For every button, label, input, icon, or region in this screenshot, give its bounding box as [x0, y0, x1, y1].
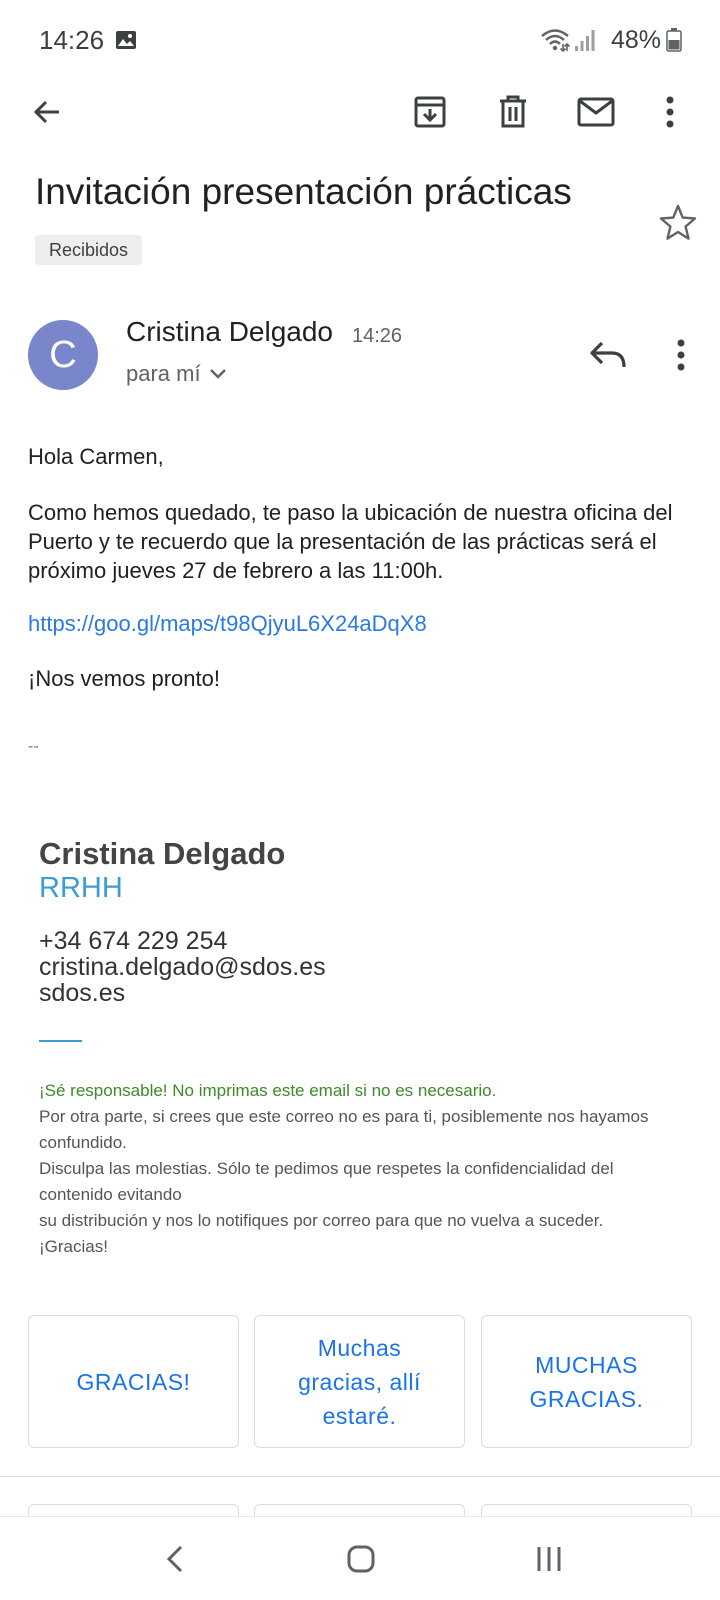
- avatar[interactable]: C: [28, 320, 98, 390]
- body-greeting: Hola Carmen,: [28, 444, 164, 469]
- sender-name: Cristina Delgado: [126, 316, 333, 347]
- signal-icon: [575, 30, 595, 51]
- disclaimer-line: su distribución y nos lo notifiques por …: [39, 1211, 604, 1230]
- battery-icon: [666, 28, 682, 52]
- signature-separator: --: [28, 738, 39, 755]
- recipient-details-toggle[interactable]: para mí: [126, 361, 227, 387]
- image-notification-icon: [116, 31, 136, 49]
- signature-website[interactable]: sdos.es: [39, 980, 125, 1006]
- disclaimer-line: Por otra parte, si crees que este correo…: [39, 1107, 649, 1152]
- email-toolbar: [0, 80, 720, 144]
- more-options-button[interactable]: [648, 90, 692, 134]
- maps-link[interactable]: https://goo.gl/maps/t98QjyuL6X24aDqX8: [28, 609, 427, 638]
- smart-reply-2[interactable]: Muchas gracias, allí estaré.: [254, 1315, 465, 1448]
- signature-divider: [39, 1040, 82, 1042]
- disclaimer-eco: ¡Sé responsable! No imprimas este email …: [39, 1081, 497, 1100]
- back-arrow-icon: [33, 100, 59, 124]
- more-vert-icon: [677, 339, 685, 371]
- more-vert-icon: [666, 96, 674, 128]
- signature-phone[interactable]: +34 674 229 254: [39, 928, 227, 954]
- sender-time: 14:26: [352, 325, 403, 347]
- message-more-button[interactable]: [666, 335, 696, 375]
- label-chip-inbox[interactable]: Recibidos: [35, 235, 143, 265]
- status-time: 14:26: [39, 25, 105, 55]
- nav-home-button[interactable]: [336, 1537, 386, 1581]
- nav-back-button[interactable]: [150, 1537, 200, 1581]
- body-closing: ¡Nos vemos pronto!: [28, 666, 220, 691]
- recipient-label: para mí: [126, 361, 201, 386]
- action-divider: [0, 1476, 720, 1477]
- archive-button[interactable]: [408, 90, 452, 134]
- battery-percent: 48%: [611, 26, 662, 54]
- nav-home-icon: [347, 1545, 375, 1573]
- nav-recents-button[interactable]: [524, 1537, 574, 1581]
- archive-icon: [414, 96, 446, 128]
- disclaimer-text: Por otra parte, si crees que este correo…: [39, 1104, 689, 1260]
- back-button[interactable]: [25, 90, 69, 134]
- email-subject: Invitación presentación prácticas: [35, 171, 572, 212]
- system-nav-bar: [0, 1516, 720, 1600]
- body-paragraph: Como hemos quedado, te paso la ubicación…: [28, 500, 673, 583]
- signature-role: RRHH: [39, 872, 123, 904]
- nav-back-icon: [166, 1545, 183, 1573]
- star-icon[interactable]: [658, 203, 698, 243]
- smart-reply-1[interactable]: GRACIAS!: [28, 1315, 239, 1448]
- signature-name: Cristina Delgado: [39, 836, 286, 871]
- mark-unread-button[interactable]: [574, 90, 618, 134]
- disclaimer-line: ¡Gracias!: [39, 1237, 108, 1256]
- reply-icon[interactable]: [588, 335, 630, 375]
- mark-unread-icon: [577, 97, 615, 127]
- delete-button[interactable]: [491, 90, 535, 134]
- status-bar: 14:26 48%: [0, 0, 720, 80]
- wifi-icon: [541, 29, 570, 53]
- delete-icon: [500, 95, 526, 128]
- chevron-down-icon: [209, 369, 226, 379]
- disclaimer-line: Disculpa las molestias. Sólo te pedimos …: [39, 1159, 614, 1204]
- smart-reply-3[interactable]: MUCHAS GRACIAS.: [481, 1315, 692, 1448]
- nav-recents-icon: [537, 1547, 561, 1571]
- signature-email[interactable]: cristina.delgado@sdos.es: [39, 954, 326, 980]
